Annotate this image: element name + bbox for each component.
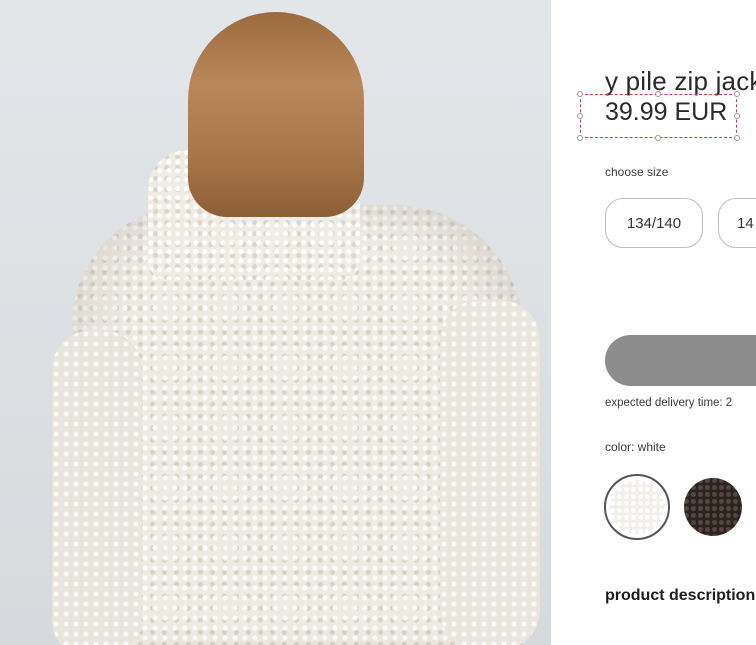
product-details-panel: y pile zip jack 39.99 EUR choose size 13… (551, 0, 756, 645)
resize-handle-right[interactable] (734, 113, 740, 119)
add-to-cart-button[interactable] (605, 335, 756, 386)
resize-handle-bottom-left[interactable] (577, 135, 583, 141)
size-option-146[interactable]: 14 (718, 198, 756, 248)
color-swatch-white[interactable] (604, 474, 670, 540)
resize-handle-top-left[interactable] (577, 91, 583, 97)
color-swatch-dark-brown[interactable] (684, 478, 742, 536)
jacket-left-sleeve (52, 330, 142, 645)
color-label: color: white (605, 440, 666, 454)
size-option-134-140[interactable]: 134/140 (605, 198, 703, 248)
model-hair (188, 12, 364, 217)
jacket-right-sleeve (440, 300, 540, 645)
resize-handle-bottom[interactable] (655, 135, 661, 141)
product-description-heading[interactable]: product description (605, 587, 755, 605)
product-photo[interactable] (0, 0, 551, 645)
choose-size-label: choose size (605, 165, 669, 179)
product-title: y pile zip jack (605, 66, 756, 96)
delivery-time-text: expected delivery time: 2 (605, 397, 733, 409)
resize-handle-left[interactable] (577, 113, 583, 119)
swatch-white-fill (610, 480, 664, 534)
product-price: 39.99 EUR (605, 98, 728, 126)
resize-handle-bottom-right[interactable] (734, 135, 740, 141)
